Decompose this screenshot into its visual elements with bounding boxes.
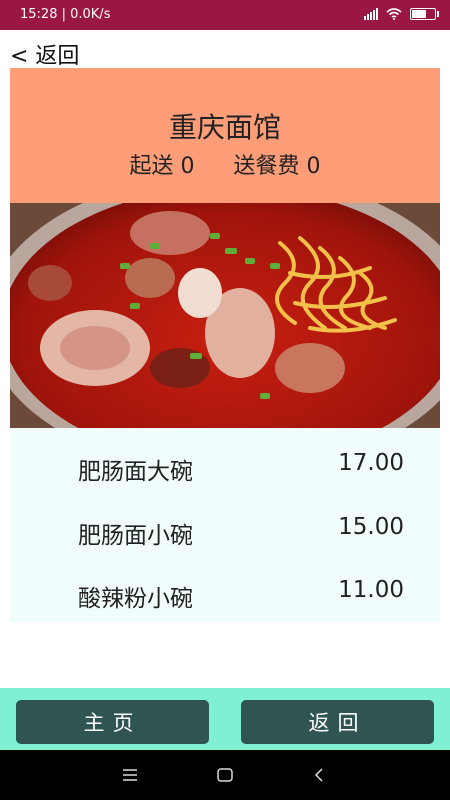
back-link[interactable]: < 返回 xyxy=(10,38,79,70)
return-button[interactable]: 返回 xyxy=(241,700,434,744)
menu-item-price: 17.00 xyxy=(338,450,404,476)
menu-item[interactable]: 酸辣粉小碗 11.00 xyxy=(10,557,440,617)
menu-list: 肥肠面大碗 17.00 肥肠面小碗 15.00 酸辣粉小碗 11.00 xyxy=(10,428,440,622)
home-button[interactable]: 主页 xyxy=(16,700,209,744)
delivery-fee: 送餐费 0 xyxy=(233,154,321,179)
menu-item-price: 15.00 xyxy=(338,514,404,540)
menu-item-name: 酸辣粉小碗 xyxy=(78,586,193,612)
system-nav-bar xyxy=(0,750,450,800)
status-bar: 15:28 | 0.0K/s xyxy=(0,0,450,30)
bottom-bar: 主页 返回 xyxy=(0,688,450,750)
shop-meta: 起送 0 送餐费 0 xyxy=(10,148,440,180)
menu-item-price: 11.00 xyxy=(338,577,404,603)
back-nav-icon[interactable] xyxy=(314,768,324,782)
signal-icon xyxy=(364,8,378,20)
status-icons xyxy=(364,8,439,20)
food-image xyxy=(10,203,440,428)
shop-header: 重庆面馆 起送 0 送餐费 0 xyxy=(10,68,440,203)
status-time: 15:28 | 0.0K/s xyxy=(20,7,111,22)
menu-item-name: 肥肠面小碗 xyxy=(78,523,193,549)
wifi-icon xyxy=(386,8,402,20)
min-delivery: 起送 0 xyxy=(129,154,195,179)
menu-item[interactable]: 肥肠面小碗 15.00 xyxy=(10,494,440,554)
menu-item[interactable]: 肥肠面大碗 17.00 xyxy=(10,430,440,490)
menu-nav-icon[interactable] xyxy=(123,769,137,781)
home-nav-icon[interactable] xyxy=(217,768,233,782)
menu-item-name: 肥肠面大碗 xyxy=(78,459,193,485)
battery-icon xyxy=(410,8,439,20)
shop-name: 重庆面馆 xyxy=(168,111,281,144)
